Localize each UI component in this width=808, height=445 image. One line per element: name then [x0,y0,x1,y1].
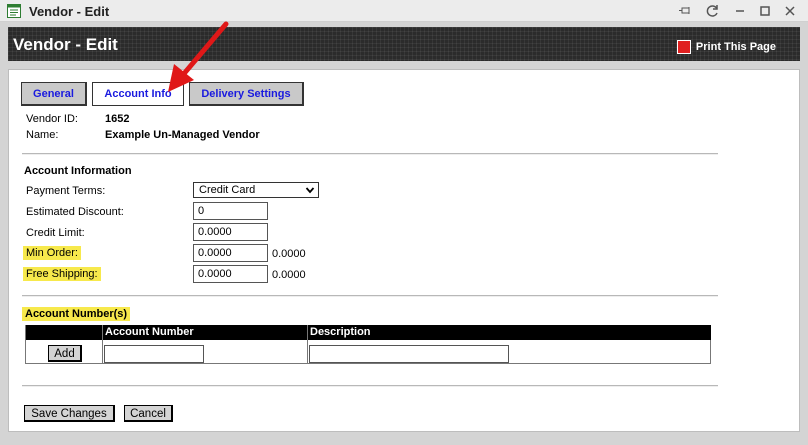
print-page-label: Print This Page [695,41,776,53]
free-shipping-label: Free Shipping: [23,267,101,281]
pin-icon[interactable] [678,3,694,19]
credit-limit-label: Credit Limit: [26,227,85,239]
divider [22,385,718,387]
page-title: Vendor - Edit [13,35,118,54]
cancel-button[interactable]: Cancel [124,405,173,422]
min-order-input[interactable] [193,244,268,262]
window-title: Vendor - Edit [29,4,110,19]
content-panel: General Account Info Delivery Settings V… [8,69,800,432]
estimated-discount-label: Estimated Discount: [26,206,124,218]
description-input[interactable] [309,345,509,363]
payment-terms-label: Payment Terms: [26,185,106,197]
minimize-icon[interactable] [732,3,748,19]
tab-general[interactable]: General [21,82,87,106]
print-page-link[interactable]: Print This Page [676,40,776,54]
column-divider [307,325,308,364]
min-order-label: Min Order: [23,246,81,260]
printer-icon [676,40,691,54]
divider [22,153,718,155]
free-shipping-converted-value: 0.0000 [272,269,306,281]
chevron-down-icon [305,187,315,194]
account-number-input[interactable] [104,345,204,363]
vendor-id-value: 1652 [105,113,130,125]
vendor-name-label: Name: [26,129,59,141]
account-numbers-heading: Account Number(s) [22,307,131,321]
maximize-icon[interactable] [757,3,773,19]
page-header: Vendor - Edit Print This Page [8,27,800,61]
window-frame: Vendor - Edit Print This Page General Ac… [0,22,808,445]
close-icon[interactable] [782,3,798,19]
col-description: Description [310,326,371,338]
add-account-button[interactable]: Add [48,345,82,362]
vendor-id-label: Vendor ID: [26,113,78,125]
refresh-icon[interactable] [705,3,721,19]
estimated-discount-input[interactable] [193,202,268,220]
payment-terms-selected: Credit Card [199,184,256,196]
window-title-bar: Vendor - Edit [0,0,808,22]
annotation-arrow-icon [168,21,229,92]
payment-terms-select[interactable]: Credit Card [193,182,319,198]
col-account-number: Account Number [105,326,194,338]
free-shipping-input[interactable] [193,265,268,283]
column-divider [102,325,103,364]
table-header-row: Account Number Description [25,325,711,340]
divider [22,295,718,297]
window-app-icon [7,4,21,18]
credit-limit-input[interactable] [193,223,268,241]
tab-general-label: General [33,88,74,100]
account-information-heading: Account Information [24,165,132,177]
min-order-converted-value: 0.0000 [272,248,306,260]
column-divider [25,325,26,364]
save-changes-button[interactable]: Save Changes [24,405,115,422]
vendor-name-value: Example Un-Managed Vendor [105,129,260,141]
